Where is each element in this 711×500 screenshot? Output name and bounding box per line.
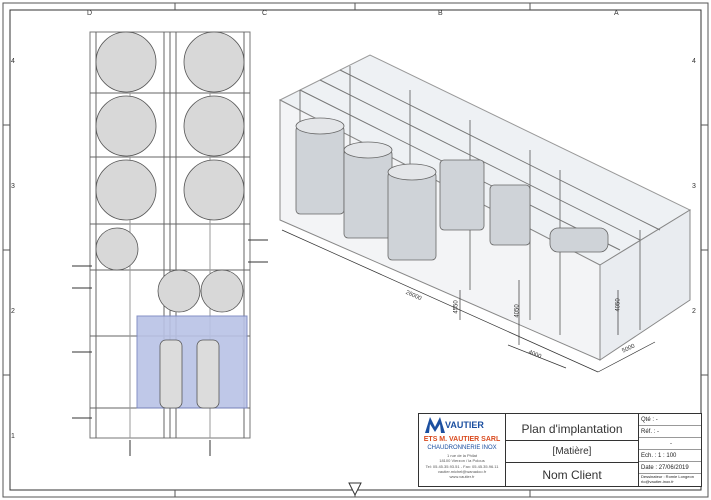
zone-label-a: A: [614, 10, 619, 17]
designer-email: rlo@vautier-inox.fr: [641, 479, 674, 484]
zone-label-c: C: [262, 10, 268, 17]
designer-row: Dessinateur : Romie Longeon rlo@vautier-…: [641, 474, 694, 484]
date-row: Date : 27/06/2019: [639, 462, 701, 474]
ref-row: Réf. : -: [639, 426, 701, 438]
ref-label: Réf. :: [641, 429, 656, 435]
scale-value: 1 : 100: [658, 453, 677, 459]
zone-label-2-right: 2: [692, 308, 696, 315]
zone-label-3: 3: [11, 183, 15, 190]
zone-label-4: 4: [11, 58, 15, 65]
company-name: ETS M. VAUTIER SARL: [423, 436, 501, 443]
dim-h3: 4050: [615, 298, 622, 312]
ref-value: -: [657, 429, 660, 435]
client-name: Nom Client: [542, 468, 602, 482]
web: www.vautier.fr: [449, 474, 475, 479]
qty-row: Qté : -: [639, 414, 701, 426]
date-value: 27/06/2019: [658, 465, 689, 471]
title-cell: Plan d'implantation [Matière] Nom Client: [506, 414, 639, 486]
qty-value: -: [655, 417, 658, 423]
vautier-logo: [425, 417, 445, 433]
material: [Matière]: [552, 446, 592, 457]
extra-row: -: [639, 438, 701, 450]
zone-label-d: D: [87, 10, 93, 17]
plan-title: Plan d'implantation: [521, 422, 623, 436]
info-cell: Qté : - Réf. : - - Ech. : 1 : 100 Date :…: [639, 414, 701, 486]
scale-row: Ech. : 1 : 100: [639, 450, 701, 462]
zone-label-3-right: 3: [692, 183, 696, 190]
logo-text: VAUTIER: [445, 420, 484, 430]
title-block: VAUTIER ETS M. VAUTIER SARL CHAUDRONNERI…: [418, 413, 702, 487]
zone-label-1: 1: [11, 433, 15, 440]
company-sub: CHAUDRONNERIE INOX: [427, 445, 497, 451]
date-label: Date :: [641, 465, 658, 471]
qty-label: Qté :: [641, 417, 655, 423]
zone-label-2: 2: [11, 308, 15, 315]
dim-h2: 4550: [453, 300, 460, 314]
address-2: 18100 Vierzon / la Polous: [439, 458, 485, 463]
extra-value: -: [670, 441, 672, 447]
dim-h1: 4050: [514, 304, 521, 318]
zone-label-b: B: [438, 10, 443, 17]
zone-label-4-right: 4: [692, 58, 696, 65]
blue-zone: [136, 315, 248, 409]
scale-label: Ech. :: [641, 453, 657, 459]
company-cell: VAUTIER ETS M. VAUTIER SARL CHAUDRONNERI…: [419, 414, 506, 486]
